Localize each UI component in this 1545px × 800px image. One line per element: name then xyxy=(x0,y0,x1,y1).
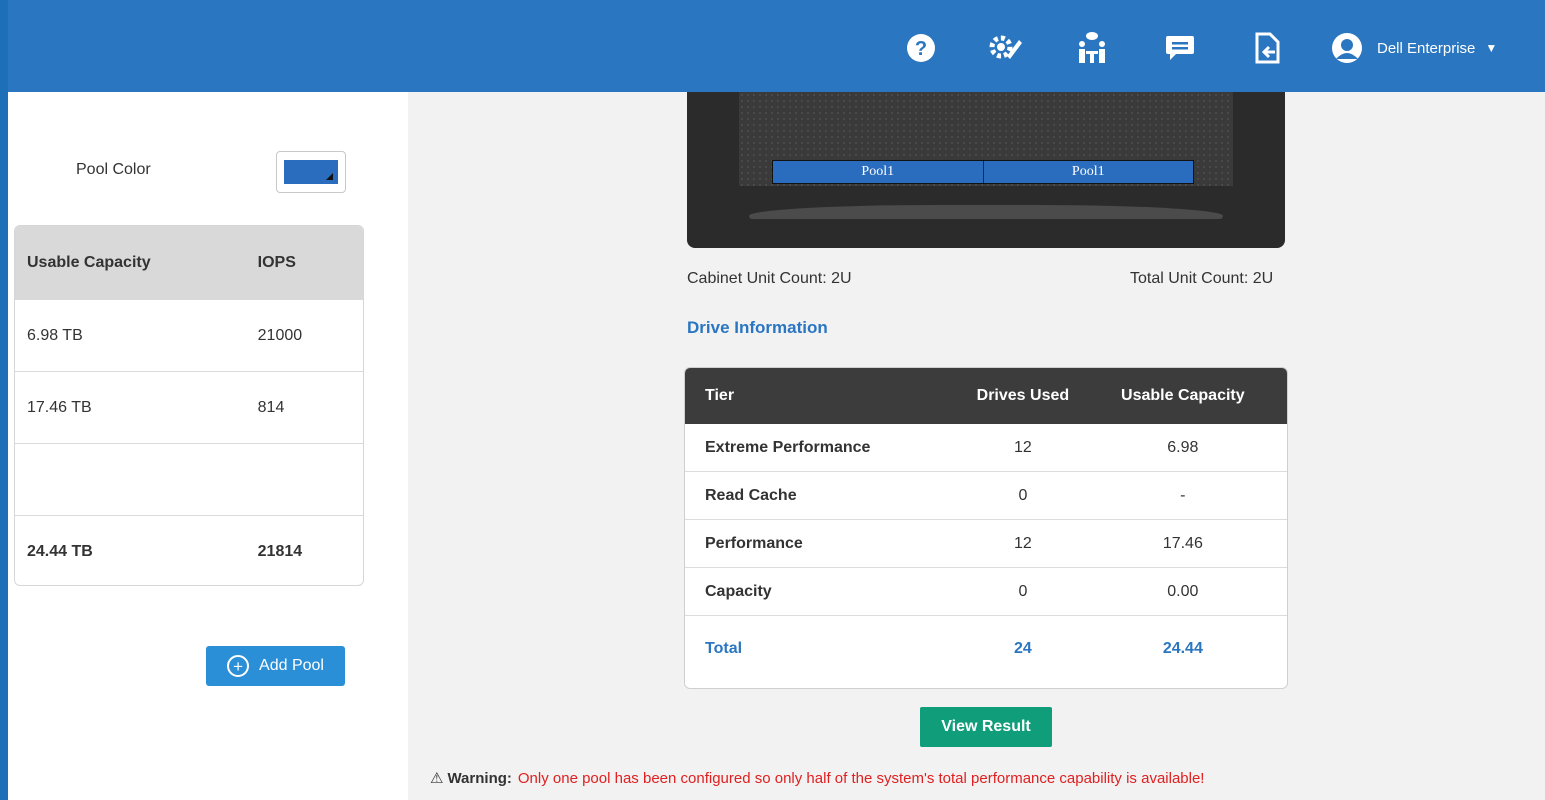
drives-used-cell: 12 xyxy=(1014,438,1032,456)
main-content: Pool1 Pool1 Cabinet Unit Count: 2U Total… xyxy=(408,92,1545,800)
table-row: Read Cache 0 - xyxy=(685,472,1287,520)
add-pool-button[interactable]: + Add Pool xyxy=(206,646,345,686)
usable-capacity-cell: - xyxy=(1180,486,1186,504)
settings-icon[interactable] xyxy=(987,30,1023,66)
view-result-button[interactable]: View Result xyxy=(920,707,1052,747)
drives-used-header: Drives Used xyxy=(976,387,1070,404)
user-menu[interactable]: Dell Enterprise ▼ xyxy=(1331,32,1497,64)
usable-capacity-header: Usable Capacity xyxy=(27,253,151,271)
cabinet-base xyxy=(749,205,1223,219)
svg-text:?: ? xyxy=(915,38,927,60)
drive-information-title[interactable]: Drive Information xyxy=(687,318,828,338)
cabinet-unit-count: Cabinet Unit Count: 2U xyxy=(687,270,852,287)
add-pool-label: Add Pool xyxy=(259,657,324,674)
app-frame: ? Dell Enterprise ▼ Pool Color Usable Ca… xyxy=(8,0,1545,800)
iops-header: IOPS xyxy=(257,253,296,271)
table-row: 6.98 TB 21000 xyxy=(15,299,363,371)
table-total-row: Total 24 24.44 xyxy=(685,616,1287,682)
support-icon[interactable] xyxy=(1074,30,1110,66)
cabinet-diagram: Pool1 Pool1 xyxy=(687,92,1285,248)
pool-sidebar: Pool Color Usable Capacity IOPS 6.98 TB … xyxy=(8,92,408,800)
export-icon[interactable] xyxy=(1249,30,1285,66)
pool-color-label: Pool Color xyxy=(76,161,151,178)
drives-used-total: 24 xyxy=(1014,640,1032,657)
capacity-table-header: Usable Capacity IOPS xyxy=(15,226,363,299)
drives-used-cell: 0 xyxy=(1018,582,1028,600)
usable-capacity-cell: 0.00 xyxy=(1167,582,1199,600)
tier-cell: Extreme Performance xyxy=(705,438,871,456)
usable-capacity-total: 24.44 xyxy=(1162,640,1203,657)
user-name: Dell Enterprise xyxy=(1377,39,1476,57)
tier-cell: Performance xyxy=(705,534,803,552)
cabinet-slot: Pool1 xyxy=(983,161,1193,183)
capacity-cell: 6.98 TB xyxy=(27,326,83,344)
pool-color-swatch xyxy=(284,160,338,184)
total-unit-count: Total Unit Count: 2U xyxy=(1130,270,1274,287)
usable-capacity-cell: 6.98 xyxy=(1167,438,1199,456)
table-row: Performance 12 17.46 xyxy=(685,520,1287,568)
table-total-row: 24.44 TB 21814 xyxy=(15,515,363,585)
chevron-down-icon[interactable]: ▼ xyxy=(1485,41,1497,55)
avatar-icon xyxy=(1332,33,1362,63)
iops-total: 21814 xyxy=(257,542,303,560)
drives-used-cell: 12 xyxy=(1014,534,1032,552)
warning-text: Only one pool has been configured so onl… xyxy=(517,769,1205,787)
help-icon[interactable]: ? xyxy=(903,30,939,66)
top-bar: ? Dell Enterprise ▼ xyxy=(8,0,1545,92)
iops-cell: 21000 xyxy=(257,326,303,344)
warning-label: Warning: xyxy=(447,769,512,787)
drive-table: Tier Drives Used Usable Capacity Extreme… xyxy=(684,367,1288,689)
capacity-table: Usable Capacity IOPS 6.98 TB 21000 17.46… xyxy=(14,225,364,586)
drive-table-header: Tier Drives Used Usable Capacity xyxy=(685,368,1287,424)
cabinet-slot: Pool1 xyxy=(773,161,984,183)
cabinet-slots: Pool1 Pool1 xyxy=(772,160,1194,184)
drives-used-cell: 0 xyxy=(1018,486,1028,504)
pool-color-picker[interactable] xyxy=(276,151,346,193)
table-row xyxy=(15,443,363,515)
warning-message: ⚠ Warning: Only one pool has been config… xyxy=(430,769,1205,788)
dropdown-corner-icon xyxy=(326,173,333,180)
plus-icon: + xyxy=(227,655,250,677)
usable-capacity-cell: 17.46 xyxy=(1162,534,1203,552)
tier-total: Total xyxy=(705,640,743,657)
capacity-total: 24.44 TB xyxy=(27,542,93,560)
tier-cell: Capacity xyxy=(705,582,772,600)
table-row: 17.46 TB 814 xyxy=(15,371,363,443)
iops-cell: 814 xyxy=(257,398,285,416)
capacity-cell: 17.46 TB xyxy=(27,398,92,416)
warning-icon: ⚠ xyxy=(430,770,444,787)
chat-icon[interactable] xyxy=(1162,30,1198,66)
table-row: Extreme Performance 12 6.98 xyxy=(685,424,1287,472)
tier-cell: Read Cache xyxy=(705,486,797,504)
tier-header: Tier xyxy=(705,387,735,404)
usable-capacity-header: Usable Capacity xyxy=(1121,387,1245,404)
table-row: Capacity 0 0.00 xyxy=(685,568,1287,616)
